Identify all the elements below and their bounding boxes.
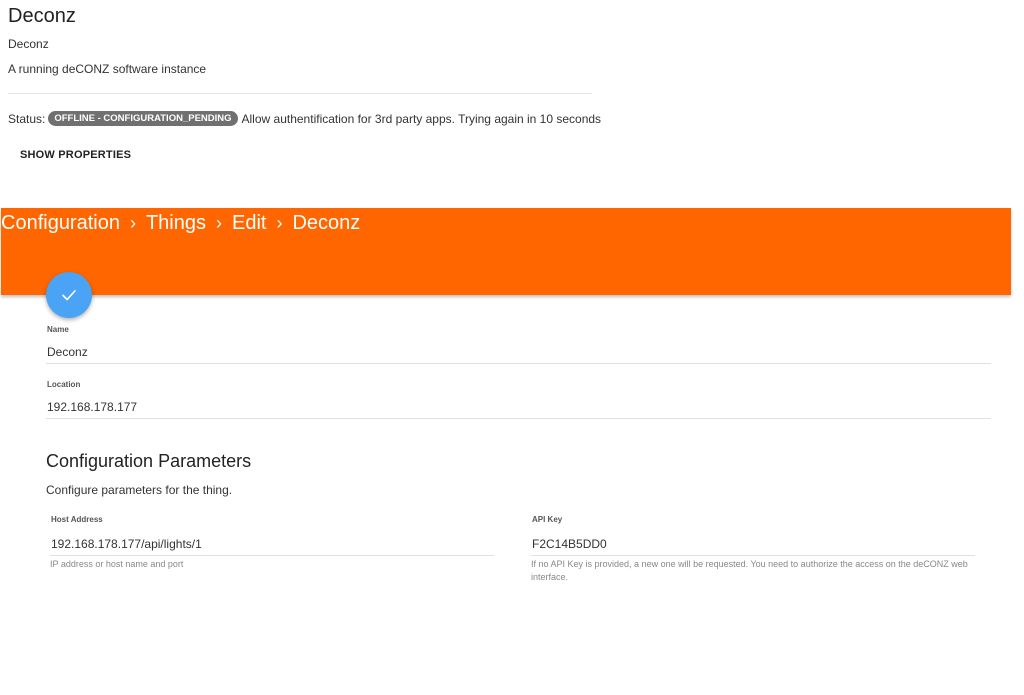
thing-description: A running deCONZ software instance (8, 62, 207, 76)
location-underline (46, 418, 991, 419)
breadcrumb-edit[interactable]: Edit (232, 212, 266, 235)
breadcrumb: Configuration › Things › Edit › Deconz (1, 212, 360, 235)
page-header: Configuration › Things › Edit › Deconz (1, 208, 1011, 295)
show-properties-button[interactable]: SHOW PROPERTIES (14, 146, 137, 164)
thing-title: Deconz (8, 5, 76, 27)
api-key-hint: If no API Key is provided, a new one wil… (531, 559, 968, 582)
divider (8, 93, 592, 94)
name-input[interactable]: Deconz (47, 345, 88, 359)
host-address-underline (50, 555, 494, 556)
api-key-input[interactable]: F2C14B5DD0 (532, 537, 607, 551)
breadcrumb-things[interactable]: Things (146, 212, 206, 235)
name-label: Name (47, 325, 69, 334)
name-underline (46, 363, 991, 364)
breadcrumb-deconz: Deconz (292, 212, 361, 234)
status-prefix: Status: (8, 111, 46, 126)
status-badge: OFFLINE - CONFIGURATION_PENDING (48, 111, 238, 126)
api-key-underline (531, 555, 975, 556)
chevron-right-icon: › (276, 213, 283, 233)
host-address-label: Host Address (51, 515, 103, 524)
chevron-right-icon: › (129, 213, 136, 233)
api-key-label: API Key (532, 515, 563, 524)
host-address-hint: IP address or host name and port (50, 559, 184, 569)
thing-label: Deconz (8, 37, 49, 51)
chevron-right-icon: › (216, 213, 222, 233)
save-button[interactable] (46, 272, 92, 318)
breadcrumb-configuration[interactable]: Configuration (1, 212, 120, 235)
location-input[interactable]: 192.168.178.177 (47, 400, 137, 414)
host-address-input[interactable]: 192.168.178.177/api/lights/1 (51, 537, 202, 551)
status-detail: Allow authentification for 3rd party app… (241, 111, 602, 126)
config-title: Configuration Parameters (46, 451, 252, 471)
check-icon (62, 290, 76, 301)
status-row: Status: OFFLINE - CONFIGURATION_PENDING … (8, 111, 601, 126)
config-description: Configure parameters for the thing. (46, 483, 233, 497)
location-label: Location (47, 380, 81, 389)
